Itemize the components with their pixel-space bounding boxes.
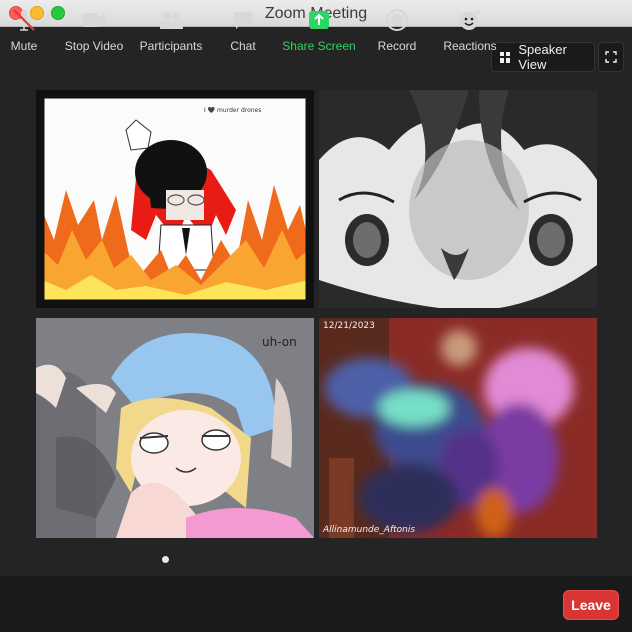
participants-label: Participants <box>139 39 203 53</box>
reactions-icon <box>460 10 481 30</box>
chat-label: Chat <box>230 39 256 53</box>
participant-drawing-closeup <box>319 90 597 308</box>
meeting-toolbar <box>0 576 632 632</box>
share-screen-button[interactable]: Share Screen <box>282 0 356 56</box>
mute-button[interactable]: Mute <box>4 0 44 56</box>
speaker-view-button[interactable]: Speaker View <box>491 42 595 72</box>
participants-button[interactable]: Participants <box>138 0 204 56</box>
participant-drawing-blurred: 12/21/2023 Allinamunde_Aftonis <box>319 318 597 538</box>
chat-button[interactable]: Chat <box>222 0 264 56</box>
reactions-label: Reactions <box>443 39 497 53</box>
tile-4-signature: Allinamunde_Aftonis <box>322 525 415 535</box>
audio-options-chevron-icon[interactable]: ⌃ <box>44 14 52 25</box>
grid-icon <box>500 51 511 63</box>
fullscreen-icon <box>605 51 617 63</box>
tile-1-caption: I 🖤 murder drones <box>204 106 261 114</box>
participants-icon <box>160 12 183 29</box>
mic-muted-icon <box>13 9 35 31</box>
video-tile-2[interactable] <box>319 90 597 308</box>
speaker-view-label: Speaker View <box>518 42 567 72</box>
reactions-button[interactable]: Reactions <box>440 0 500 56</box>
chat-bubble-icon <box>234 12 252 29</box>
participant-drawing-flames: I 🖤 murder drones <box>36 90 314 308</box>
record-icon <box>386 9 408 31</box>
participant-drawing-blonde: uh-on <box>36 318 314 538</box>
record-button[interactable]: Record <box>370 0 424 56</box>
leave-meeting-button[interactable]: Leave <box>563 590 619 620</box>
video-tile-3[interactable]: uh-on <box>36 318 314 538</box>
tile-4-date: 12/21/2023 <box>323 321 375 331</box>
video-tile-1[interactable]: I 🖤 murder drones <box>36 90 314 308</box>
camera-icon <box>83 13 105 27</box>
share-screen-icon <box>309 11 329 29</box>
tile-3-caption: uh-on <box>262 335 297 349</box>
stop-video-label: Stop Video <box>64 39 124 53</box>
record-label: Record <box>377 39 417 53</box>
mute-label: Mute <box>10 39 38 53</box>
gallery-page-indicator[interactable] <box>162 556 169 563</box>
stop-video-button[interactable]: Stop Video <box>62 0 126 56</box>
video-tile-4[interactable]: 12/21/2023 Allinamunde_Aftonis <box>319 318 597 538</box>
share-screen-label: Share Screen <box>282 39 356 53</box>
fullscreen-button[interactable] <box>598 42 624 72</box>
